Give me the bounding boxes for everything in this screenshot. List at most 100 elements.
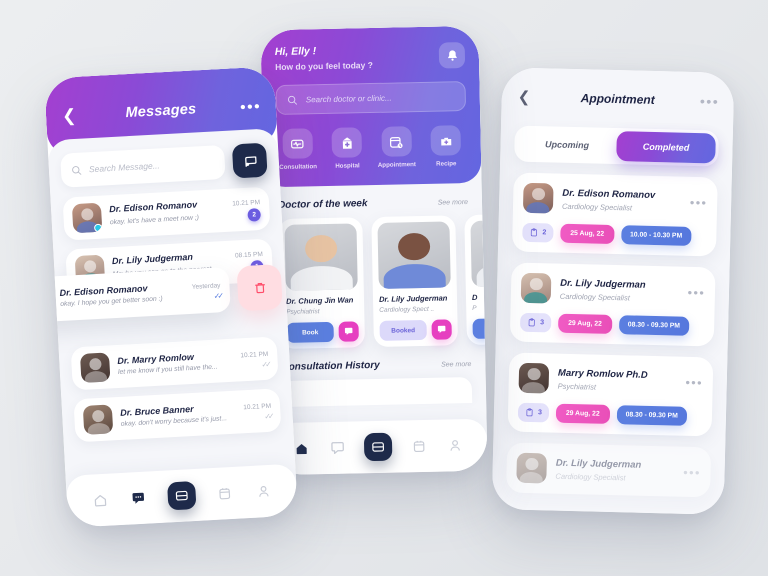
doctor-name: Dr. Lily Judgerman (555, 457, 642, 471)
nav-chat-icon[interactable] (328, 439, 346, 457)
card-more-icon[interactable]: ●●● (690, 197, 708, 206)
book-button[interactable] (472, 317, 488, 339)
home-header: Hi, Elly ! How do you feel today ? Searc… (260, 25, 482, 188)
delete-conversation-button[interactable] (236, 264, 283, 312)
conversation-time: 10.21 PM (240, 350, 269, 360)
doctor-search-placeholder: Search doctor or clinic... (305, 93, 392, 104)
doctor-specialty: Cardiology Specialist (561, 201, 633, 212)
category-consultation[interactable]: Consultation (276, 128, 319, 171)
category-recipe[interactable]: Recipe (425, 125, 468, 168)
book-button[interactable]: Book (286, 321, 334, 343)
notification-button[interactable] (438, 42, 466, 69)
clipboard-icon (528, 318, 535, 327)
pulse-monitor-icon (282, 128, 313, 159)
bottom-nav (268, 418, 488, 476)
appointment-header: ❮ Appointment ●●● (501, 67, 734, 131)
page-title: Appointment (580, 91, 655, 107)
avatar (71, 202, 103, 234)
online-indicator (93, 223, 103, 233)
appointment-date: 29 Aug, 22 (557, 313, 613, 334)
trash-icon (254, 282, 265, 294)
nav-calendar-icon[interactable] (410, 437, 428, 455)
category-label: Recipe (436, 160, 457, 168)
bottom-nav (65, 463, 298, 528)
clipboard-icon (530, 228, 537, 237)
conversation-row[interactable]: Dr. Edison Romanov 10.21 PM okay. let's … (62, 186, 271, 241)
conversation-row[interactable]: Dr. Bruce Banner 10.21 PM okay. don't wo… (73, 388, 282, 443)
avatar (79, 352, 111, 383)
doctor-name: Marry Romlow Ph.D (557, 367, 648, 381)
category-hospital[interactable]: Hospital (326, 127, 369, 170)
history-section-header: Consultation History See more (267, 345, 486, 382)
see-more-link[interactable]: See more (438, 199, 468, 207)
clipboard-icon (526, 408, 533, 417)
conversation-preview: okay. let's have a meet now ;) (109, 214, 200, 227)
avatar (520, 272, 552, 304)
doctor-carousel[interactable]: Dr. Chung Jin Wan Psychiatrist Book Dr. … (264, 213, 488, 350)
more-dots-icon[interactable]: ●●● (700, 96, 720, 106)
doctor-photo (470, 219, 488, 287)
doctor-specialty: Psychiatrist (557, 381, 597, 392)
chat-button[interactable] (431, 319, 452, 340)
avatar (44, 284, 53, 315)
doctor-specialty: Cardiology Specialist (559, 291, 631, 302)
search-icon (287, 95, 297, 105)
doctor-card[interactable]: Dr. Chung Jin Wan Psychiatrist Book (278, 217, 366, 349)
tab-completed[interactable]: Completed (616, 131, 716, 164)
card-more-icon[interactable]: ●●● (683, 467, 701, 476)
appointment-card[interactable]: Dr. Lily Judgerman Cardiology Specialist… (509, 262, 716, 347)
consultation-history-card[interactable] (281, 376, 473, 407)
category-appointment[interactable]: Appointment (375, 126, 418, 169)
phone-home-screen: Hi, Elly ! How do you feel today ? Searc… (260, 25, 488, 476)
back-icon[interactable]: ❮ (62, 106, 83, 127)
tab-upcoming[interactable]: Upcoming (517, 129, 617, 161)
doctor-search-input[interactable]: Search doctor or clinic... (275, 81, 467, 116)
avatar (516, 452, 548, 484)
card-more-icon[interactable]: ●●● (685, 377, 703, 386)
doctor-name: Dr. Edison Romanov (562, 187, 656, 201)
read-receipt-icon: ✓✓ (261, 359, 270, 370)
card-more-icon[interactable]: ●●● (687, 287, 705, 296)
booked-button[interactable]: Booked (379, 319, 427, 341)
session-count: 3 (537, 409, 542, 417)
new-message-button[interactable] (231, 142, 268, 179)
appointment-card[interactable]: Dr. Edison Romanov Cardiology Specialist… (511, 172, 718, 257)
category-label: Consultation (279, 163, 318, 171)
nav-card-button[interactable] (363, 432, 393, 462)
appointment-time: 10.00 - 10.30 PM (620, 225, 692, 246)
nav-chat-icon[interactable] (129, 489, 148, 508)
session-count-pill: 3 (519, 312, 552, 333)
appointment-date: 29 Aug, 22 (555, 403, 610, 424)
chat-button[interactable] (338, 321, 359, 342)
doctor-card[interactable]: D P (464, 213, 488, 346)
nav-profile-icon[interactable] (254, 482, 273, 501)
see-more-link[interactable]: See more (441, 361, 471, 369)
more-dots-icon[interactable]: ●●● (240, 100, 262, 112)
appointment-card[interactable]: Dr. Lily Judgerman Cardiology Specialist… (506, 442, 712, 498)
nav-home-icon[interactable] (91, 491, 110, 510)
doctor-card[interactable]: Dr. Lily Judgerman Cardiology Spect .. B… (371, 215, 459, 348)
appointment-tabs: Upcoming Completed (514, 125, 719, 167)
nav-card-button[interactable] (166, 480, 197, 511)
chat-bubble-icon (344, 327, 353, 335)
calendar-clock-icon (381, 126, 412, 157)
search-input[interactable]: Search Message... (60, 144, 226, 188)
appointment-card[interactable]: Marry Romlow Ph.D Psychiatrist ●●● 3 29 … (507, 352, 714, 437)
category-label: Hospital (335, 162, 360, 170)
doctor-name: Dr. Chung Jin Wan (285, 295, 354, 306)
search-placeholder: Search Message... (88, 160, 161, 175)
nav-profile-icon[interactable] (446, 436, 464, 454)
conversation-time: Yesterday (191, 282, 221, 291)
conversation-time: 10.21 PM (232, 199, 261, 208)
bell-icon (447, 49, 457, 61)
nav-calendar-icon[interactable] (216, 484, 235, 503)
search-row: Search Message... (60, 142, 268, 188)
back-icon[interactable]: ❮ (518, 88, 536, 106)
section-title: Consultation History (281, 359, 380, 373)
appointment-time: 08.30 - 09.30 PM (616, 405, 688, 426)
medical-bag-icon (430, 125, 462, 156)
appointment-time: 08.30 - 09.30 PM (618, 315, 690, 336)
doctor-section-header: Doctor of the week See more (264, 183, 483, 220)
conversation-time: 10.21 PM (243, 402, 272, 412)
new-message-icon (244, 155, 257, 167)
